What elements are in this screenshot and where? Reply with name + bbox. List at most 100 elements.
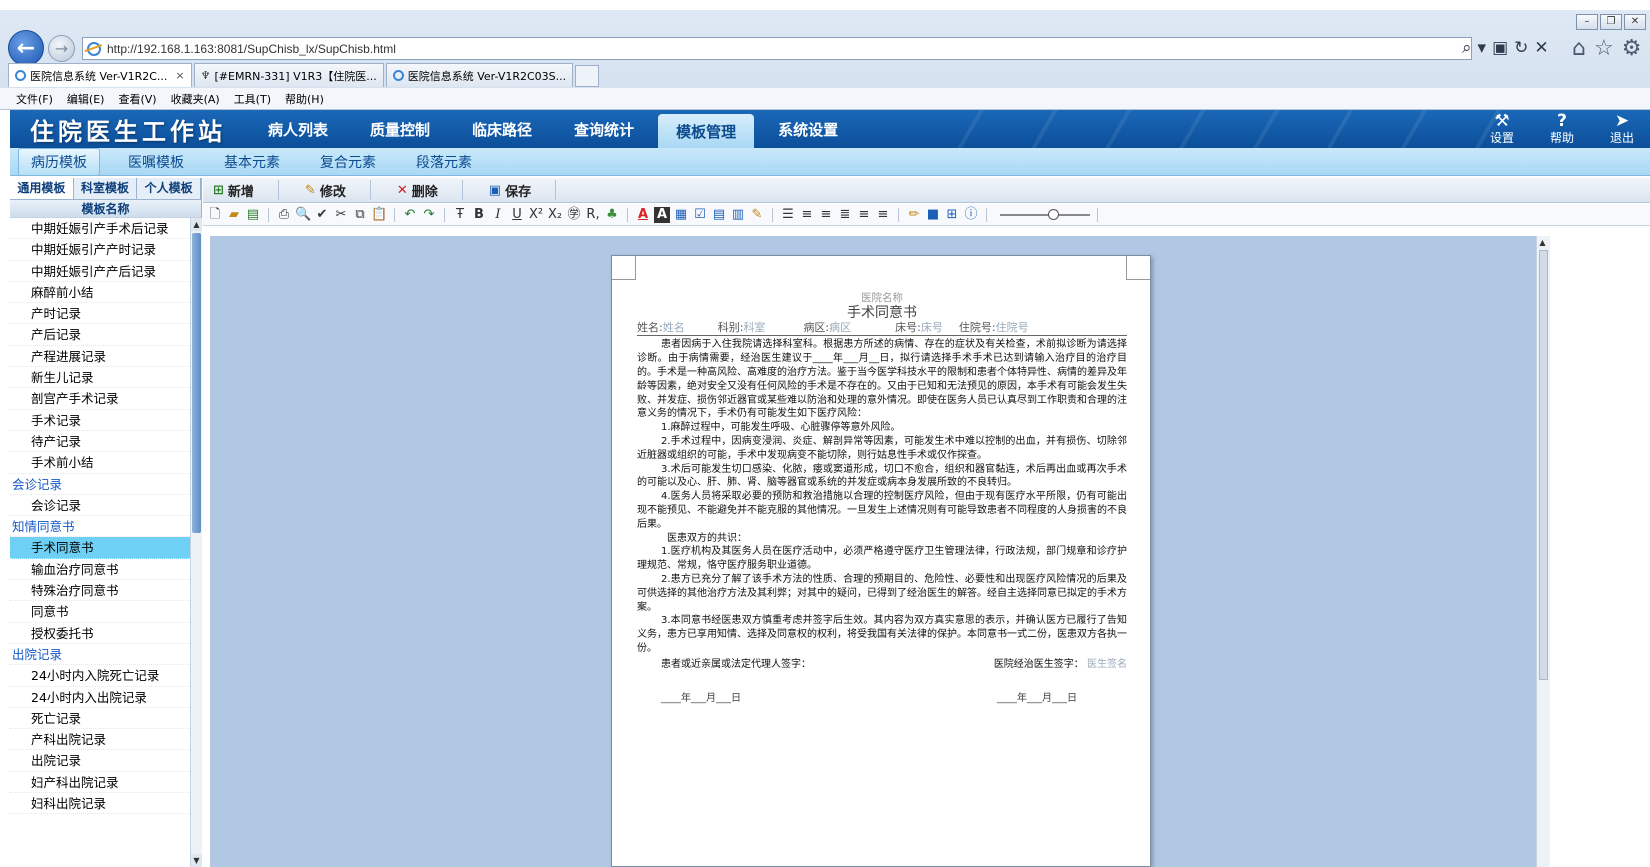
list-box-icon[interactable]: ▤ <box>711 207 727 223</box>
doctor-signature-field[interactable]: 医生签名 <box>1087 659 1127 670</box>
close-window-button[interactable]: ✕ <box>1624 14 1646 30</box>
tab-department-templates[interactable]: 科室模板 <box>74 178 138 199</box>
template-list-item[interactable]: 中期妊娠引产产时记录 <box>10 239 190 261</box>
save-button[interactable]: ▣ 保存 <box>489 180 557 200</box>
tree-group-header[interactable]: 出院记录 <box>10 644 190 666</box>
bed-field[interactable]: 床号 <box>921 321 951 335</box>
template-list-item[interactable]: 输血治疗同意书 <box>10 559 190 581</box>
sub-nav-paragraph-elements[interactable]: 段落元素 <box>404 149 484 175</box>
sub-nav-basic-elements[interactable]: 基本元素 <box>212 149 292 175</box>
consent-paragraph[interactable]: 患者因病于入住我院请选择科室科。根据患方所述的病情、存在的症状及有关检查，术前拟… <box>637 338 1127 421</box>
main-nav-patient-list[interactable]: 病人列表 <box>250 110 346 148</box>
template-list-item[interactable]: 会诊记录 <box>10 495 190 517</box>
consensus-item[interactable]: 1.医疗机构及其医务人员在医疗活动中，必须严格遵守医疗卫生管理法律，行政法规，部… <box>637 545 1127 573</box>
copy-icon[interactable]: ⧉ <box>352 207 368 223</box>
redo-icon[interactable]: ↷ <box>421 207 437 223</box>
main-nav-quality-control[interactable]: 质量控制 <box>352 110 448 148</box>
save-file-icon[interactable]: ▤ <box>245 207 261 223</box>
template-list-item[interactable]: 24小时内入出院记录 <box>10 687 190 708</box>
browser-tab[interactable]: ♆ [#EMRN-331] V1R3【住院医... <box>193 63 384 87</box>
structure-icon[interactable]: ⊞ <box>944 207 960 223</box>
align-right-icon[interactable]: ≡ <box>875 207 891 223</box>
align-center-icon[interactable]: ≡ <box>818 207 834 223</box>
template-list-item[interactable]: 待产记录 <box>10 431 190 453</box>
patient-date-field[interactable]: ____年___月___日 <box>661 692 741 706</box>
italic-icon[interactable]: I <box>490 207 506 223</box>
dropdown-icon[interactable]: ▾ <box>1478 38 1487 58</box>
inpatient-field[interactable]: 住院号 <box>996 321 1029 335</box>
delete-button[interactable]: ✕ 删除 <box>397 180 463 200</box>
refresh-icon[interactable]: ↻ <box>1514 38 1528 58</box>
menu-view[interactable]: 查看(V) <box>118 91 156 107</box>
template-list-item[interactable]: 产后记录 <box>10 324 190 346</box>
forward-button[interactable]: → <box>48 35 75 62</box>
numbered-list-icon[interactable]: ☰ <box>780 207 796 223</box>
template-list-item[interactable]: 手术记录 <box>10 410 190 431</box>
cut-icon[interactable]: ✂ <box>333 207 349 223</box>
risk-item[interactable]: 1.麻醉过程中，可能发生呼吸、心脏骤停等意外风险。 <box>637 421 1127 435</box>
document-body[interactable]: 医院名称 手术同意书 姓名: 姓名 科别: 科室 病区: 病区 床号: 床号 住… <box>637 292 1127 705</box>
info-icon[interactable]: ⓘ <box>963 207 979 223</box>
editor-scrollbar[interactable]: ▲ <box>1536 236 1550 867</box>
menu-help[interactable]: 帮助(H) <box>285 91 324 107</box>
edit-button[interactable]: ✎ 修改 <box>305 180 371 200</box>
text-box-icon[interactable]: ▦ <box>673 207 689 223</box>
pencil-icon[interactable]: ✏ <box>906 207 922 223</box>
menu-file[interactable]: 文件(F) <box>16 91 53 107</box>
new-tab-button[interactable] <box>575 65 600 87</box>
scroll-up-icon[interactable]: ▲ <box>191 218 202 231</box>
tab-general-templates[interactable]: 通用模板 <box>10 178 74 199</box>
subscript-icon[interactable]: X₂ <box>547 207 563 223</box>
box-icon[interactable]: ■ <box>925 207 941 223</box>
main-nav-system-settings[interactable]: 系统设置 <box>760 110 856 148</box>
template-list-item[interactable]: 妇产科出院记录 <box>10 772 190 794</box>
template-list-item[interactable]: 妇科出院记录 <box>10 793 190 815</box>
settings-button[interactable]: ⚒ 设置 <box>1484 112 1520 146</box>
template-list-item[interactable]: 产时记录 <box>10 303 190 325</box>
help-button[interactable]: ? 帮助 <box>1544 112 1580 146</box>
scroll-down-icon[interactable]: ▼ <box>191 854 202 867</box>
sub-nav-record-templates[interactable]: 病历模板 <box>18 147 100 176</box>
superscript-icon[interactable]: X² <box>528 207 544 223</box>
undo-icon[interactable]: ↶ <box>402 207 418 223</box>
scroll-up-icon[interactable]: ▲ <box>1537 236 1548 249</box>
zoom-slider-knob[interactable] <box>1048 208 1059 220</box>
highlight-icon[interactable]: A <box>654 206 670 223</box>
table-icon[interactable]: ▥ <box>730 207 746 223</box>
template-list-item[interactable]: 产科出院记录 <box>10 729 190 751</box>
checkbox-icon[interactable]: ☑ <box>692 207 708 223</box>
align-justify-icon[interactable]: ≣ <box>837 207 853 223</box>
bold-icon[interactable]: B <box>471 207 487 223</box>
consensus-item[interactable]: 3.本同意书经医患双方慎重考虑并签字后生效。其内容为双方真实意思的表示，并确认医… <box>637 614 1127 655</box>
font-size-icon[interactable]: Ŧ <box>452 207 468 223</box>
tree-group-header[interactable]: 会诊记录 <box>10 474 190 495</box>
maximize-button[interactable]: ❐ <box>1600 14 1622 30</box>
menu-tools[interactable]: 工具(T) <box>234 91 271 107</box>
risk-item[interactable]: 4.医务人员将采取必要的预防和救治措施以合理的控制医疗风险，但由于现有医疗水平所… <box>637 490 1127 531</box>
template-list-item[interactable]: 手术同意书 <box>10 537 190 559</box>
document-page[interactable]: 医院名称 手术同意书 姓名: 姓名 科别: 科室 病区: 病区 床号: 床号 住… <box>611 255 1151 867</box>
editor-scroll-thumb[interactable] <box>1539 250 1548 680</box>
find-icon[interactable]: 🔍 <box>295 207 311 223</box>
name-field[interactable]: 姓名 <box>663 321 718 335</box>
add-button[interactable]: ⊞ 新增 <box>213 180 279 200</box>
stop-icon[interactable]: ✕ <box>1534 38 1548 58</box>
zoom-slider[interactable] <box>1000 207 1090 223</box>
font-color-icon[interactable]: A <box>635 207 651 223</box>
search-icon[interactable]: ⌕ <box>1462 38 1472 58</box>
template-list-item[interactable]: 特殊治疗同意书 <box>10 580 190 602</box>
special-char-icon[interactable]: ㊫ <box>566 207 582 223</box>
template-list-item[interactable]: 剖宫产手术记录 <box>10 388 190 410</box>
template-list-item[interactable]: 产程进展记录 <box>10 346 190 368</box>
consensus-item[interactable]: 2.患方已充分了解了该手术方法的性质、合理的预期目的、危险性、必要性和出现医疗风… <box>637 573 1127 614</box>
doctor-date-field[interactable]: ____年___月___日 <box>997 692 1077 706</box>
ward-field[interactable]: 病区 <box>829 321 895 335</box>
sub-nav-order-templates[interactable]: 医嘱模板 <box>116 149 196 175</box>
home-icon[interactable]: ⌂ <box>1572 36 1586 61</box>
template-list-item[interactable]: 中期妊娠引产手术后记录 <box>10 218 190 240</box>
new-document-icon[interactable]: 🗋 <box>207 207 223 223</box>
main-nav-template-management[interactable]: 模板管理 <box>658 114 755 148</box>
tree-group-header[interactable]: 知情同意书 <box>10 516 190 538</box>
align-left-icon[interactable]: ≡ <box>799 207 815 223</box>
underline-icon[interactable]: U <box>509 207 525 223</box>
